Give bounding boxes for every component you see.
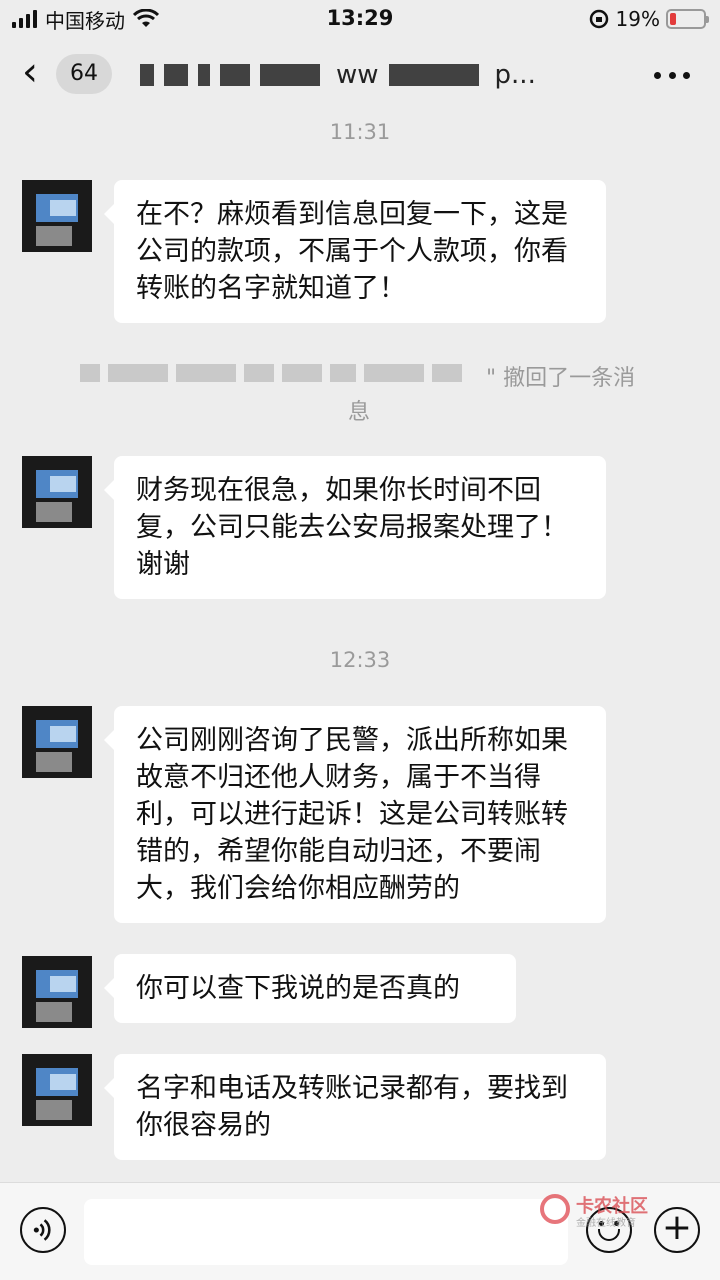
redacted-block [140, 64, 154, 86]
status-bar: 中国移动 13:29 19% [0, 0, 720, 40]
chat-title-fragment: ww [336, 60, 379, 90]
message-bubble[interactable]: 名字和电话及转账记录都有，要找到你很容易的 [104, 1054, 606, 1160]
timestamp: 11:31 [329, 120, 391, 144]
message-bubble[interactable]: 公司刚刚咨询了民警，派出所称如果故意不归还他人财务，属于不当得利，可以进行起诉！… [104, 706, 606, 923]
watermark-logo-icon [540, 1194, 570, 1224]
redacted-block [198, 64, 210, 86]
watermark-subtitle: 金融在线教育 [576, 1218, 636, 1229]
redacted-block [388, 64, 479, 86]
battery-icon [666, 9, 709, 29]
battery-percent: 19% [615, 7, 660, 31]
chat-title-suffix: p... [494, 60, 536, 90]
voice-input-button[interactable] [20, 1207, 66, 1253]
redacted-name [80, 360, 500, 386]
message-bubble[interactable]: 你可以查下我说的是否真的 [104, 954, 516, 1023]
redacted-block [220, 64, 250, 86]
avatar[interactable] [22, 706, 92, 778]
rotation-lock-icon [589, 9, 608, 29]
message-input[interactable] [84, 1199, 568, 1265]
avatar[interactable] [22, 180, 92, 252]
status-right: 19% [588, 6, 709, 32]
message-list[interactable]: 11:31 在不？麻烦看到信息回复一下，这是公司的款项，不属于个人款项，你看转账… [0, 110, 720, 1182]
unread-count-badge[interactable]: 64 [56, 54, 112, 94]
chat-header: ‹ 64 ww p... [0, 40, 720, 110]
avatar[interactable] [22, 1054, 92, 1126]
message-bubble[interactable]: 财务现在很急，如果你长时间不回复，公司只能去公安局报案处理了！谢谢 [104, 456, 606, 599]
recall-text-cont: 息 [348, 400, 371, 425]
watermark: 卡农社区 金融在线教育 [540, 1192, 670, 1232]
more-options-icon[interactable] [654, 60, 690, 90]
voice-icon [33, 1219, 51, 1241]
redacted-block [260, 64, 320, 86]
chat-title: ww p... [140, 58, 580, 92]
avatar[interactable] [22, 456, 92, 528]
redacted-block [164, 64, 188, 86]
avatar[interactable] [22, 956, 92, 1028]
recall-text: " 撤回了一条消 [486, 366, 636, 391]
back-button[interactable]: ‹ [22, 52, 58, 94]
timestamp: 12:33 [329, 648, 391, 672]
message-bubble[interactable]: 在不？麻烦看到信息回复一下，这是公司的款项，不属于个人款项，你看转账的名字就知道… [104, 180, 606, 323]
